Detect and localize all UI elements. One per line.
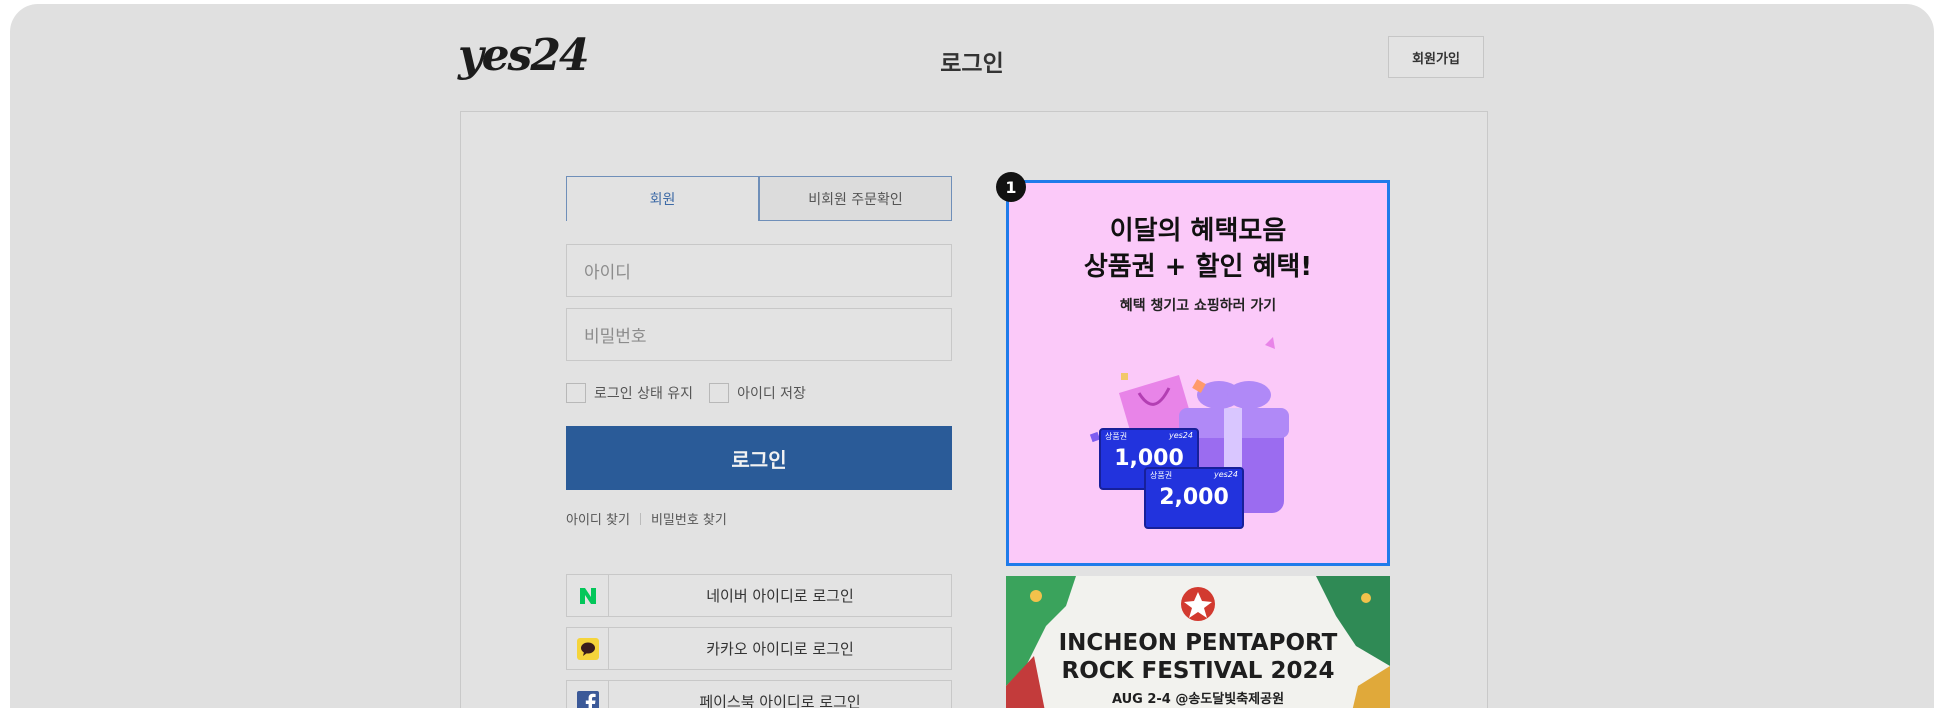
find-password-link[interactable]: 비밀번호 찾기 (651, 509, 727, 528)
login-button[interactable]: 로그인 (566, 426, 952, 490)
save-id-label: 아이디 저장 (737, 386, 806, 402)
coupon-2000-value: 2,000 (1159, 485, 1229, 510)
coupon-1000-brand: yes24 (1168, 431, 1193, 440)
browser-frame: yes24 로그인 회원가입 회원 비회원 주문확인 아이디 비밀번호 로그인 … (10, 4, 1934, 708)
banner-title-line2: 상품권 + 할인 혜택! (1083, 252, 1313, 282)
password-input[interactable]: 비밀번호 (566, 308, 952, 361)
naver-login-label: 네이버 아이디로 로그인 (706, 587, 854, 605)
find-links: 아이디 찾기 비밀번호 찾기 (566, 509, 727, 528)
annotation-badge: 1 (996, 172, 1026, 202)
benefits-banner[interactable]: 이달의 혜택모음 상품권 + 할인 혜택! 혜택 챙기고 쇼핑하러 가기 상품권… (1006, 180, 1390, 566)
tab-guest-order[interactable]: 비회원 주문확인 (759, 176, 952, 221)
rock-festival-banner[interactable]: INCHEON PENTAPORT ROCK FESTIVAL 2024 AUG… (1006, 576, 1390, 708)
banner-subtitle: 혜택 챙기고 쇼핑하러 가기 (1119, 298, 1277, 314)
signup-button[interactable]: 회원가입 (1388, 36, 1484, 78)
coupon-2000-tag: 상품권 (1150, 471, 1173, 480)
facebook-login-label: 페이스북 아이디로 로그인 (699, 693, 861, 708)
tab-member[interactable]: 회원 (566, 176, 759, 221)
coupon-1000-tag: 상품권 (1105, 432, 1128, 441)
festival-line1: INCHEON PENTAPORT (1058, 630, 1338, 656)
id-input[interactable]: 아이디 (566, 244, 952, 297)
coupon-2000-brand: yes24 (1213, 470, 1238, 479)
naver-login-button[interactable]: 네이버 아이디로 로그인 (566, 574, 952, 617)
kakao-login-button[interactable]: 카카오 아이디로 로그인 (566, 627, 952, 670)
banner-title: 이달의 혜택모음 상품권 + 할인 혜택! (1009, 213, 1387, 285)
naver-icon (567, 575, 609, 616)
kakao-login-label: 카카오 아이디로 로그인 (706, 640, 854, 658)
divider (639, 512, 641, 525)
facebook-login-button[interactable]: 페이스북 아이디로 로그인 (566, 680, 952, 708)
coupon-2000: 상품권 yes24 2,000 (1144, 467, 1244, 529)
banner-title-line1: 이달의 혜택모음 (1109, 216, 1287, 246)
kakao-icon (567, 628, 609, 669)
login-tabs: 회원 비회원 주문확인 (566, 176, 952, 221)
find-id-link[interactable]: 아이디 찾기 (566, 509, 630, 528)
keep-login-checkbox[interactable] (566, 383, 586, 403)
festival-line2: ROCK FESTIVAL 2024 (1061, 658, 1335, 684)
save-id-checkbox[interactable] (709, 383, 730, 403)
facebook-icon (567, 681, 609, 708)
festival-line3: AUG 2-4 @송도달빛축제공원 (1111, 692, 1285, 707)
page-title: 로그인 (940, 51, 1004, 77)
keep-login-label: 로그인 상태 유지 (594, 386, 694, 402)
login-options: 로그인 상태 유지 아이디 저장 (566, 383, 806, 403)
